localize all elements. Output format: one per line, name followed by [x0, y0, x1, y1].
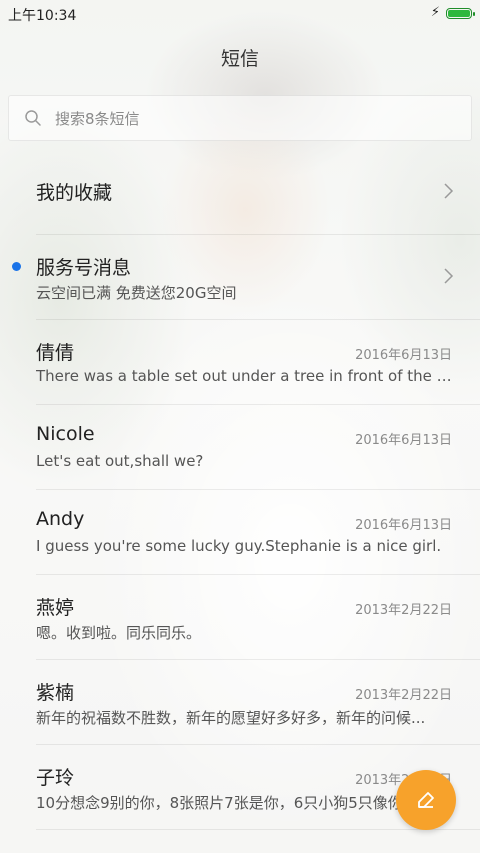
- unread-dot: [12, 262, 21, 271]
- chevron-right-icon: [444, 183, 454, 199]
- conversation-preview: Let's eat out,shall we?: [36, 452, 204, 470]
- conversation-row[interactable]: Nicole Let's eat out,shall we? 2016年6月13日: [36, 405, 480, 490]
- conversation-date: 2013年2月22日: [355, 603, 452, 618]
- search-input[interactable]: 搜索8条短信: [8, 95, 472, 141]
- conversation-preview: 10分想念9别的你，8张照片7张是你，6只小狗5只像你: [36, 794, 403, 812]
- search-icon: [25, 110, 41, 126]
- compose-icon: [418, 792, 434, 808]
- conversation-name: 子玲: [36, 767, 75, 789]
- conversation-preview: I guess you're some lucky guy.Stephanie …: [36, 537, 442, 555]
- conversation-preview: 新年的祝福数不胜数，新年的愿望好多好多，新年的问候...: [36, 709, 426, 727]
- conversation-name: 服务号消息: [36, 257, 132, 279]
- conversation-name: 紫楠: [36, 682, 75, 704]
- conversation-row[interactable]: 紫楠新年的祝福数不胜数，新年的愿望好多好多，新年的问候... 2013年2月22日: [36, 660, 480, 745]
- page-title: 短信: [220, 48, 259, 70]
- chevron-right-icon: [444, 268, 454, 284]
- compose-button[interactable]: [396, 770, 456, 830]
- conversation-row[interactable]: 燕婷嗯。收到啦。同乐同乐。 2013年2月22日: [36, 575, 480, 660]
- battery-level: [448, 9, 470, 17]
- conversation-preview: 云空间已满 免费送您20G空间: [36, 284, 237, 302]
- status-bar: 上午10:34 ⚡: [0, 0, 480, 28]
- conversation-row[interactable]: Andy I guess you're some lucky guy.Stepha…: [36, 490, 480, 575]
- conversation-row[interactable]: 我的收藏: [36, 150, 480, 235]
- battery-icon: [446, 7, 475, 19]
- search-placeholder: 搜索8条短信: [55, 110, 140, 128]
- conversation-date: 2016年6月13日: [355, 348, 452, 363]
- conversation-date: 2016年6月13日: [355, 518, 452, 533]
- conversation-date: 2016年6月13日: [355, 433, 452, 448]
- conversation-name: Andy: [36, 508, 85, 530]
- conversation-name: 燕婷: [36, 597, 75, 619]
- conversation-row[interactable]: 服务号消息云空间已满 免费送您20G空间: [12, 235, 480, 320]
- conversation-name: 倩倩: [36, 342, 75, 364]
- conversation-date: 2013年2月22日: [355, 688, 452, 703]
- conversation-row[interactable]: 倩倩 There was a table set out under a tree…: [36, 320, 480, 405]
- charging-icon: ⚡: [430, 5, 440, 20]
- status-time: 上午10:34: [8, 8, 77, 24]
- conversation-preview: There was a table set out under a tree i…: [36, 367, 452, 385]
- conversation-name: Nicole: [36, 423, 95, 445]
- conversation-name: 我的收藏: [36, 182, 113, 204]
- conversation-list: 我的收藏服务号消息云空间已满 免费送您20G空间倩倩 There was a ta…: [0, 150, 480, 830]
- status-icons: ⚡: [430, 5, 475, 20]
- conversation-preview: 嗯。收到啦。同乐同乐。: [36, 624, 202, 642]
